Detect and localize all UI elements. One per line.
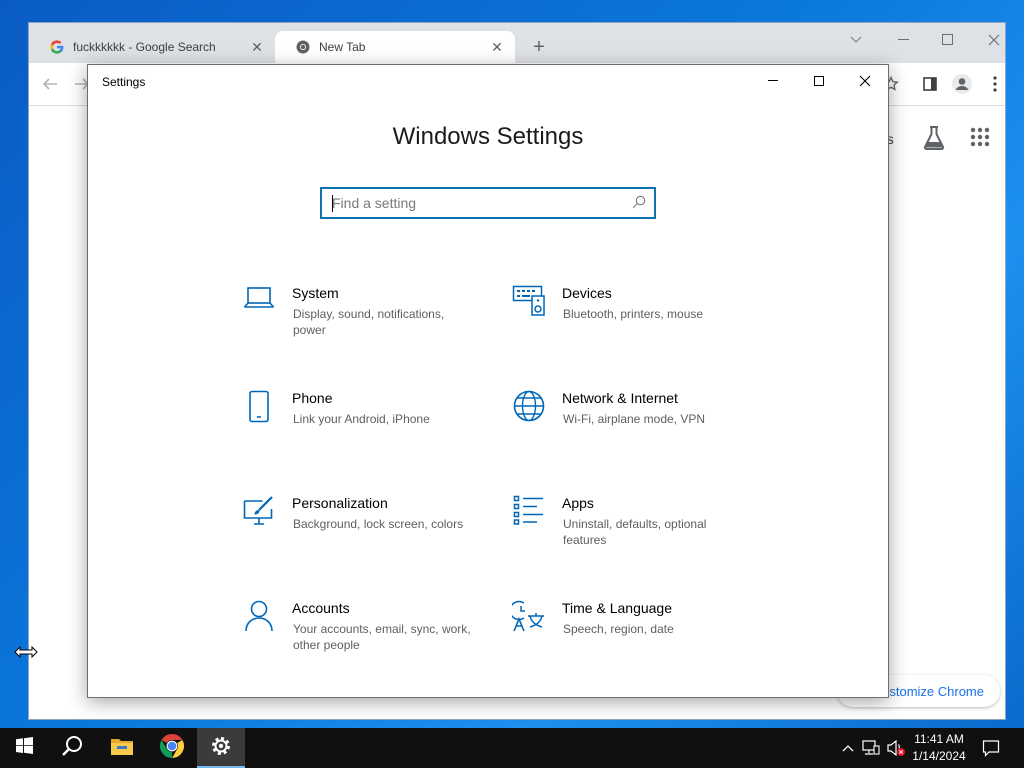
new-tab-button[interactable]: + [527,35,551,59]
action-center-notification-icon[interactable] [981,738,1001,758]
category-system[interactable]: System Display, sound, notifications, po… [242,285,482,365]
category-name: Personalization [292,495,388,511]
show-hidden-icons-chevron-icon[interactable] [838,738,858,758]
search-input[interactable] [332,194,622,212]
category-description: Link your Android, iPhone [293,412,430,426]
maximize-icon[interactable] [796,65,842,97]
category-name: Network & Internet [562,390,678,406]
category-description: Background, lock screen, colors [293,517,464,531]
kebab-menu-icon[interactable] [982,71,1008,97]
category-name: Accounts [292,600,350,616]
category-description: Display, sound, notifications, power [293,307,445,337]
chrome-icon [295,39,311,55]
side-panel-icon[interactable] [917,71,943,97]
tab-new-tab[interactable]: New Tab ✕ [275,31,515,63]
start-button[interactable] [0,728,48,768]
category-description: Speech, region, date [563,622,674,636]
minimize-icon[interactable] [750,65,796,97]
window-title: Settings [102,75,146,89]
tab-google-search[interactable]: fuckkkkkk - Google Search ✕ [29,31,275,63]
settings-window: Settings Windows Settings System Display… [87,64,889,698]
google-g-icon [49,39,65,55]
category-description: Your accounts, email, sync, work, other … [293,622,471,652]
category-name: Devices [562,285,612,301]
category-network-internet[interactable]: Network & Internet Wi-Fi, airplane mode,… [512,390,752,470]
category-apps[interactable]: Apps Uninstall, defaults, optional featu… [512,495,752,575]
resize-cursor-icon [14,645,38,664]
category-name: Apps [562,495,594,511]
category-time-language[interactable]: Time & Language Speech, region, date [512,600,752,680]
apps-list-icon [512,495,546,529]
close-icon[interactable] [842,65,888,97]
clock-time: 11:41 AM [914,732,964,746]
close-icon[interactable]: ✕ [487,37,507,57]
search-icon[interactable] [632,195,646,214]
folder-icon [110,736,134,761]
laptop-icon [242,285,276,319]
taskbar-settings[interactable] [197,728,245,768]
paint-brush-icon [242,495,276,529]
taskbar: 11:41 AM 1/14/2024 [0,728,1024,768]
category-description: Uninstall, defaults, optional features [563,517,707,547]
chrome-icon [159,733,185,764]
phone-icon [242,390,276,424]
taskbar-search-button[interactable] [48,728,96,768]
maximize-icon[interactable] [933,27,963,53]
volume-muted-icon[interactable] [886,738,906,758]
chrome-tabstrip: fuckkkkkk - Google Search ✕ New Tab ✕ + [29,23,1005,63]
category-devices[interactable]: Devices Bluetooth, printers, mouse [512,285,752,365]
profile-avatar-icon[interactable] [949,71,975,97]
page-title: Windows Settings [392,123,584,150]
search-box[interactable] [320,187,656,219]
tab-title: New Tab [319,40,366,54]
network-icon[interactable] [861,738,881,758]
windows-logo-icon [15,737,33,759]
minimize-icon[interactable] [889,27,919,53]
category-accounts[interactable]: Accounts Your accounts, email, sync, wor… [242,600,482,680]
close-icon[interactable]: ✕ [247,37,267,57]
text-caret [332,195,333,212]
person-icon [242,600,276,634]
back-arrow-icon[interactable] [37,71,63,97]
close-icon[interactable] [979,27,1009,53]
keyboard-speaker-icon [512,285,546,319]
labs-flask-icon[interactable] [922,125,946,156]
clock-date: 1/14/2024 [912,749,966,763]
globe-icon [512,390,546,424]
category-phone[interactable]: Phone Link your Android, iPhone [242,390,482,470]
category-description: Wi-Fi, airplane mode, VPN [563,412,706,426]
gear-icon [210,735,232,762]
category-name: System [292,285,339,301]
google-apps-grid-icon[interactable] [970,127,990,152]
category-name: Phone [292,390,333,406]
search-icon [61,735,83,762]
time-language-icon [512,600,546,634]
category-name: Time & Language [562,600,672,616]
tab-title: fuckkkkkk - Google Search [73,40,216,54]
taskbar-chrome[interactable] [148,728,196,768]
category-personalization[interactable]: Personalization Background, lock screen,… [242,495,482,575]
taskbar-clock[interactable]: 11:41 AM 1/14/2024 [906,731,972,765]
category-description: Bluetooth, printers, mouse [563,307,704,321]
tab-search-chevron-icon[interactable] [841,27,871,53]
taskbar-file-explorer[interactable] [98,728,146,768]
